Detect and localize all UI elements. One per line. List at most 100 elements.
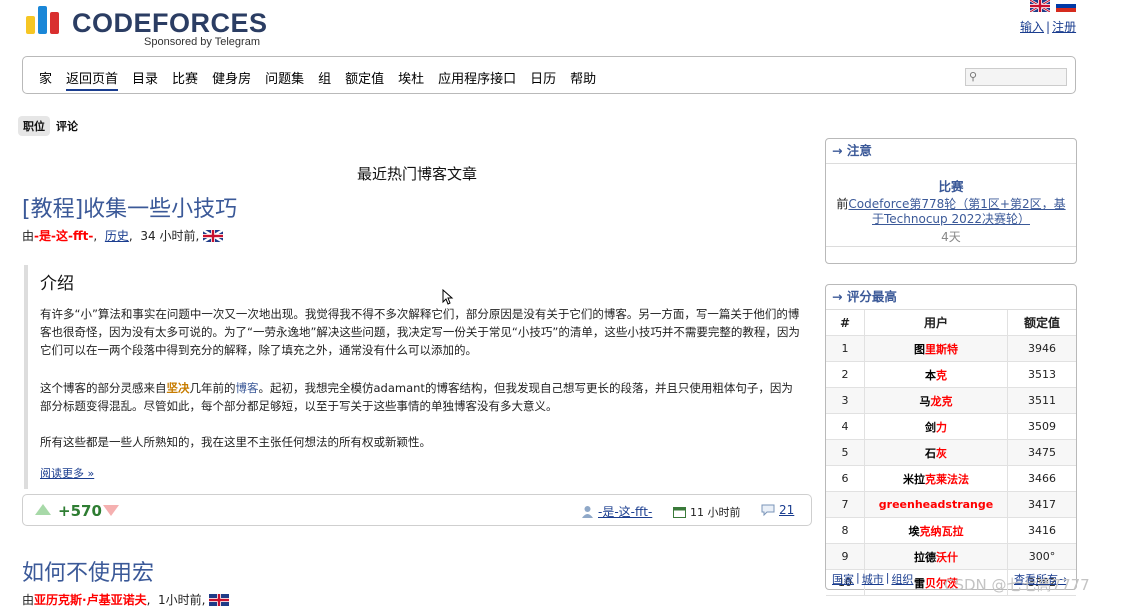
rank-cell: 4 — [826, 413, 865, 440]
user-name-first: 埃 — [908, 524, 920, 538]
col-rating: 额定值 — [1007, 310, 1076, 336]
rating-table: # 用户 额定值 1 图里斯特 3946 2 本克 3513 3 马龙克 3511 4 剑力 3509… — [826, 310, 1076, 596]
post2-by: 由 — [22, 593, 35, 607]
rating-header-row: # 用户 额定值 — [826, 310, 1076, 336]
auth-links: 输入 | 注册 — [1020, 18, 1076, 35]
user-cell[interactable]: 拉德沃什 — [864, 543, 1008, 570]
menu-item-7[interactable]: 额定值 — [345, 68, 384, 91]
attention-title: → 注意 — [826, 139, 1076, 164]
post2-time: 1小时前, — [158, 593, 206, 607]
sub-tabs: 职位 评论 — [18, 116, 78, 136]
user-icon — [582, 506, 593, 518]
by-label: 由 — [22, 229, 35, 243]
search-input[interactable]: ⚲ — [965, 68, 1067, 86]
menu-item-9[interactable]: 应用程序接口 — [438, 68, 516, 91]
table-row: 1 图里斯特 3946 — [826, 335, 1076, 362]
footer-comments: 21 — [761, 503, 794, 517]
menu-item-4[interactable]: 健身房 — [212, 68, 251, 91]
meta-comma: , — [93, 228, 98, 243]
menu-item-8[interactable]: 埃杜 — [398, 68, 424, 91]
filter-organization[interactable]: 组织 — [891, 571, 913, 587]
footer-time: 11 小时前 — [673, 504, 741, 520]
user-cell[interactable]: 马龙克 — [864, 387, 1008, 414]
register-link[interactable]: 注册 — [1052, 20, 1076, 34]
post-time: 34 小时前, — [140, 229, 200, 243]
footer-time-text: 11 小时前 — [690, 506, 741, 519]
post2-comma: , — [146, 592, 151, 607]
user-name-first: 本 — [925, 368, 936, 382]
user-cell[interactable]: 米拉克莱法法 — [864, 465, 1008, 492]
user-name-first: 雷 — [914, 576, 925, 590]
table-row: 4 剑力 3509 — [826, 413, 1076, 440]
rating-cell: 3513 — [1007, 361, 1076, 388]
table-row: 2 本克 3513 — [826, 361, 1076, 388]
user-cell[interactable]: 石灰 — [864, 439, 1008, 466]
user-cell[interactable]: 埃克纳瓦拉 — [864, 517, 1008, 544]
footer-author-link[interactable]: -是-这-fft- — [598, 503, 652, 520]
table-row: 6 米拉克莱法法 3466 — [826, 465, 1076, 492]
csdn-watermark: CSDN @七七高7777 — [944, 576, 1090, 594]
tab-comments[interactable]: 评论 — [56, 118, 78, 134]
post-title[interactable]: [教程]收集一些小技巧 — [22, 191, 237, 223]
p2-blog-link[interactable]: 博客 — [236, 381, 259, 395]
menu-item-2[interactable]: 目录 — [132, 68, 158, 91]
menu-item-0[interactable]: 家 — [39, 68, 52, 91]
menu-item-5[interactable]: 问题集 — [265, 68, 304, 91]
history-link[interactable]: 历史 — [105, 227, 129, 244]
vote-count: +570 — [58, 502, 102, 520]
menu-item-11[interactable]: 帮助 — [570, 68, 596, 91]
col-rank: # — [826, 310, 865, 336]
paragraph-1: 有许多“小”算法和事实在问题中一次又一次地出现。我觉得我不得不多次解释它们，部分… — [40, 307, 800, 357]
rank-cell: 8 — [826, 517, 865, 544]
contest-countdown: 4天 — [941, 230, 961, 244]
vote-down-icon[interactable] — [103, 505, 119, 516]
vote-up-icon[interactable] — [35, 504, 51, 515]
user-name-rest: 克纳瓦拉 — [919, 524, 964, 538]
user-name-first: 石 — [925, 446, 936, 460]
menu-item-1[interactable]: 返回页首 — [66, 68, 119, 91]
filter-country[interactable]: 国家 — [832, 571, 854, 587]
author-link[interactable]: -是-这-fft- — [34, 227, 93, 244]
section-title: 最近热门博客文章 — [356, 165, 477, 183]
meta-comma-2: , — [128, 228, 133, 243]
user-name-first: 拉德 — [914, 550, 936, 564]
codeforces-logo[interactable]: CODEFORCES Sponsored by Telegram — [26, 4, 286, 48]
contest-link[interactable]: Codeforce第778轮（第1区+第2区，基于Technocup 2022决… — [848, 197, 1065, 226]
user-cell[interactable]: 图里斯特 — [864, 335, 1008, 362]
language-switcher — [1030, 0, 1076, 12]
user-cell[interactable]: 剑力 — [864, 413, 1008, 440]
rating-body: 1 图里斯特 3946 2 本克 3513 3 马龙克 3511 4 剑力 3509 5 石灰 3475 6 米… — [826, 335, 1076, 596]
p2-text-a: 这个博客的部分灵感来自 — [40, 381, 167, 395]
tab-posts[interactable]: 职位 — [18, 116, 50, 136]
filter-city[interactable]: 城市 — [862, 571, 884, 587]
user-name-rest: 灰 — [936, 446, 947, 460]
menu-item-6[interactable]: 组 — [318, 68, 331, 91]
post-body: 介绍 有许多“小”算法和事实在问题中一次又一次地出现。我觉得我不得不多次解释它们… — [24, 265, 812, 489]
contest-prefix: 前 — [836, 197, 849, 211]
post2-author-link[interactable]: 亚历克斯·卢基亚诺夫 — [34, 591, 147, 608]
p2-user-link[interactable]: 坚决 — [167, 381, 190, 395]
rank-cell: 1 — [826, 335, 865, 362]
rank-cell: 2 — [826, 361, 865, 388]
calendar-icon — [673, 507, 686, 518]
user-cell[interactable]: greenheadstrange — [864, 491, 1008, 518]
login-link[interactable]: 输入 — [1020, 20, 1044, 34]
comment-icon — [761, 504, 775, 516]
contest-label: 比赛 — [938, 179, 964, 194]
menu-item-10[interactable]: 日历 — [530, 68, 556, 91]
menu-item-3[interactable]: 比赛 — [172, 68, 198, 91]
comments-link[interactable]: 21 — [779, 503, 794, 517]
post-meta: 由 -是-这-fft- , 历史 , 34 小时前, — [22, 227, 224, 244]
uk-flag-icon[interactable] — [1030, 0, 1050, 12]
table-row: 7 greenheadstrange 3417 — [826, 491, 1076, 518]
post2-title[interactable]: 如何不使用宏 — [22, 555, 154, 587]
user-name-first: 马 — [919, 394, 931, 408]
menu-items: 家返回页首 目录 比赛 健身房 问题集组额定值 埃杜 应用程序接口 日历 帮助 — [39, 68, 596, 91]
uk-flag-icon — [209, 593, 230, 606]
table-row: 5 石灰 3475 — [826, 439, 1076, 466]
russia-flag-icon[interactable] — [1056, 0, 1076, 12]
logo-sponsor: Sponsored by Telegram — [144, 36, 260, 48]
user-cell[interactable]: 本克 — [864, 361, 1008, 388]
read-more-link[interactable]: 阅读更多 » — [40, 465, 94, 481]
main-menu: 家返回页首 目录 比赛 健身房 问题集组额定值 埃杜 应用程序接口 日历 帮助 ⚲ — [22, 56, 1076, 94]
